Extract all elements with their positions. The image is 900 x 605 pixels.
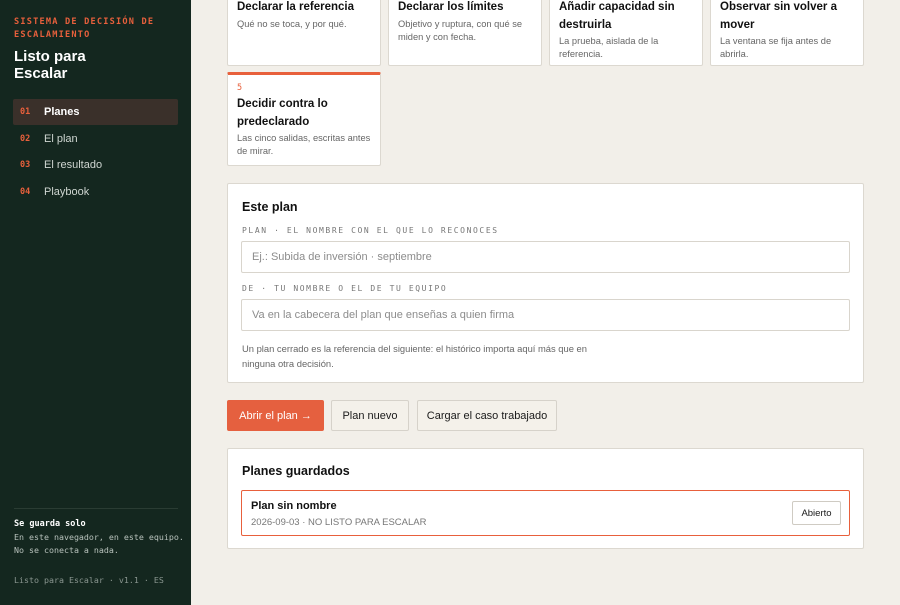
step-description: La ventana se fija antes de abrirla. [720, 36, 832, 59]
sidebar-item-number: 04 [20, 186, 31, 197]
sidebar-item-label: Planes [44, 106, 80, 118]
owner-input[interactable] [241, 299, 850, 331]
plan-form-hint: Un plan cerrado es la referencia del sig… [242, 343, 587, 369]
step-card-5[interactable]: 5 Decidir contra lo predeclarado Las cin… [227, 72, 381, 166]
step-card-3[interactable]: Añadir capacidad sin destruirla La prueb… [549, 0, 703, 66]
step-description: Objetivo y ruptura, con qué se miden y c… [398, 18, 523, 42]
sidebar-nav: 01 Planes 02 El plan 03 El resultado 04 … [13, 99, 178, 205]
saved-plan-meta: 2026-09-03 · NO LISTO PARA ESCALAR [251, 517, 427, 528]
step-card-2[interactable]: Declarar los límites Objetivo y ruptura,… [388, 0, 542, 66]
plan-form-panel: Este plan PLAN · EL NOMBRE CON EL QUE LO… [227, 183, 864, 383]
step-title: Declarar la referencia [237, 1, 354, 13]
step-title: Añadir capacidad sin destruirla [559, 1, 675, 31]
panel-title: Planes guardados [242, 464, 350, 478]
saved-plan-row[interactable]: Plan sin nombre 2026-09-03 · NO LISTO PA… [241, 490, 850, 536]
saved-plans-panel: Planes guardados Plan sin nombre 2026-09… [227, 448, 864, 549]
app-version: Listo para Escalar · v1.1 · ES [14, 575, 164, 585]
sidebar-divider [14, 508, 178, 509]
saved-plan-status-button[interactable]: Abierto [792, 501, 841, 525]
sidebar-item-number: 03 [20, 160, 31, 170]
open-plan-button[interactable]: Abrir el plan → [227, 400, 324, 431]
step-description: La prueba, aislada de la referencia. [559, 36, 659, 59]
sidebar-item-el-plan[interactable]: 02 El plan [13, 126, 178, 152]
sidebar-item-number: 01 [20, 107, 31, 117]
sidebar-item-label: El resultado [44, 159, 103, 171]
sidebar-item-label: Playbook [44, 185, 90, 198]
sidebar-item-label: El plan [44, 132, 78, 145]
plan-name-input[interactable] [241, 241, 850, 273]
step-card-1[interactable]: Declarar la referencia Qué no se toca, y… [227, 0, 381, 66]
step-description: Las cinco salidas, escritas antes de mir… [237, 133, 371, 156]
app-tagline: SISTEMA DE DECISIÓN DE ESCALAMIENTO [14, 17, 155, 40]
owner-label: DE · TU NOMBRE O EL DE TU EQUIPO [242, 284, 448, 293]
panel-title: Este plan [242, 200, 298, 214]
step-title: Decidir contra lo predeclarado [237, 98, 328, 128]
autosave-description: En este navegador, en este equipo. No se… [14, 532, 184, 555]
step-number: 5 [237, 83, 243, 93]
sidebar-item-planes[interactable]: 01 Planes [13, 99, 178, 125]
saved-plan-name: Plan sin nombre [251, 500, 337, 512]
step-card-4[interactable]: Observar sin volver a mover La ventana s… [710, 0, 864, 66]
step-title: Declarar los límites [398, 1, 504, 13]
sidebar-item-playbook[interactable]: 04 Playbook [13, 179, 178, 205]
step-title: Observar sin volver a mover [720, 1, 837, 31]
sidebar-item-number: 02 [20, 133, 31, 144]
app-title: Listo para Escalar [14, 48, 86, 82]
plan-name-label: PLAN · EL NOMBRE CON EL QUE LO RECONOCES [242, 226, 499, 235]
load-example-button[interactable]: Cargar el caso trabajado [417, 400, 557, 431]
autosave-title: Se guarda solo [14, 519, 86, 529]
sidebar: SISTEMA DE DECISIÓN DE ESCALAMIENTO List… [0, 0, 191, 605]
new-plan-button[interactable]: Plan nuevo [331, 400, 409, 431]
sidebar-item-el-resultado[interactable]: 03 El resultado [13, 152, 178, 178]
step-description: Qué no se toca, y por qué. [237, 18, 347, 29]
